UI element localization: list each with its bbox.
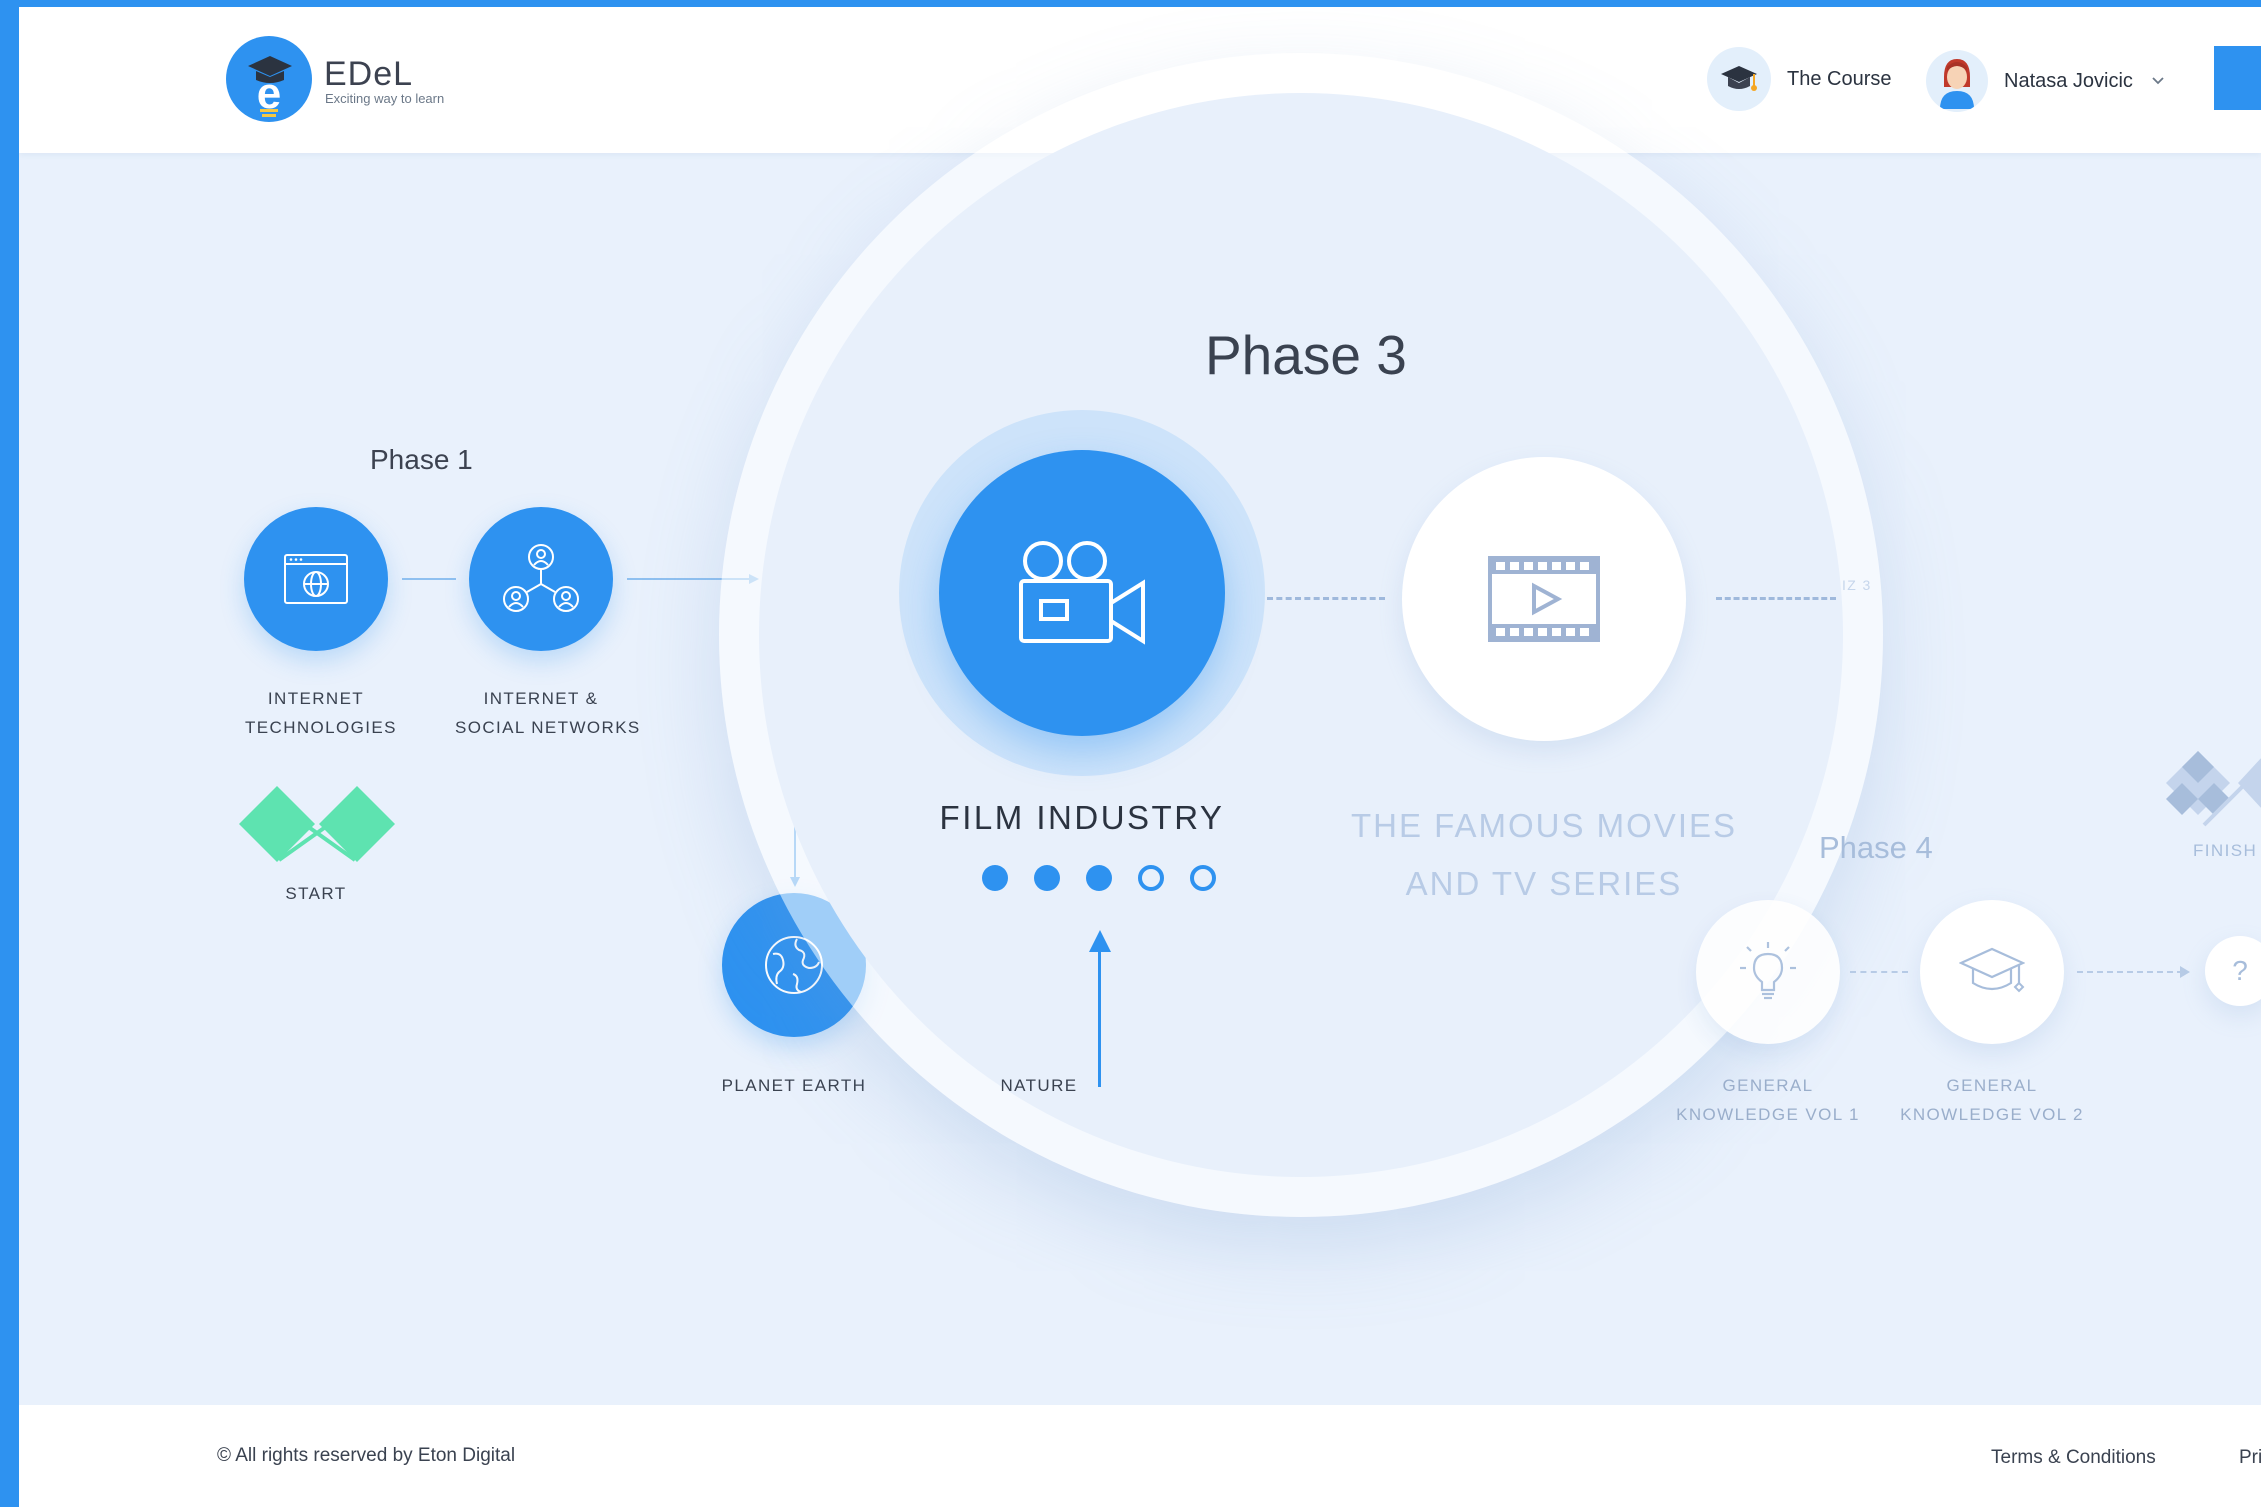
app-frame: e EDeL Exciting way to learn The Course — [19, 7, 2261, 1507]
lesson-progress-dots — [982, 865, 1216, 891]
connector-dashed — [1267, 597, 1385, 600]
nav-the-course[interactable]: The Course — [1707, 47, 1892, 111]
copyright-text: © All rights reserved by Eton Digital — [217, 1445, 516, 1466]
node-label-internet-social: INTERNET & SOCIAL NETWORKS — [455, 689, 641, 737]
pointer-line — [1098, 947, 1101, 1087]
user-name: Natasa Jovicic — [2004, 69, 2133, 92]
browser-globe-icon — [284, 554, 348, 604]
start-label: START — [285, 884, 347, 903]
node-label-famous-movies: THE FAMOUS MOVIES AND TV SERIES — [1350, 807, 1738, 902]
node-label-internet-technologies: INTERNET TECHNOLOGIES — [245, 689, 397, 737]
node-label-general-knowledge-2: GENERAL KNOWLEDGE VOL 2 — [1900, 1076, 2084, 1124]
start-flags-icon — [239, 786, 395, 862]
node-final-quiz[interactable]: ? — [2205, 936, 2261, 1006]
node-label-planet-earth: PLANET EARTH — [721, 1076, 867, 1095]
graduation-cap-outline-icon — [1959, 947, 2025, 993]
arrow-right-icon — [2180, 966, 2190, 978]
progress-dot-complete — [1086, 865, 1112, 891]
header-action-button[interactable] — [2214, 46, 2261, 110]
graduation-cap-icon — [1707, 47, 1771, 111]
question-mark-icon: ? — [2232, 955, 2248, 986]
user-menu[interactable]: Natasa Jovicic — [1926, 49, 2165, 113]
user-avatar — [1926, 50, 1988, 112]
movie-camera-icon — [1019, 541, 1145, 645]
phase-4-title: Phase 4 — [1819, 830, 1933, 865]
node-internet-social-networks[interactable] — [469, 507, 613, 651]
quiz-label-fragment: IZ 3 — [1842, 577, 1872, 593]
connector-line — [402, 578, 456, 580]
arrow-up-icon — [1089, 930, 1111, 952]
progress-dot-complete — [982, 865, 1008, 891]
chevron-down-icon[interactable] — [2151, 74, 2165, 88]
privacy-link[interactable]: Pri — [2239, 1447, 2261, 1469]
progress-dot-complete — [1034, 865, 1060, 891]
social-network-icon — [503, 544, 579, 612]
film-strip-play-icon — [1488, 556, 1600, 642]
node-label-nature: NATURE — [1000, 1076, 1078, 1095]
progress-dot-pending — [1138, 865, 1164, 891]
node-famous-movies[interactable] — [1402, 457, 1686, 741]
terms-link[interactable]: Terms & Conditions — [1991, 1447, 2156, 1469]
phase-3-title: Phase 3 — [1205, 324, 1407, 386]
node-general-knowledge-2[interactable] — [1920, 900, 2064, 1044]
course-link-label: The Course — [1787, 67, 1892, 90]
node-label-general-knowledge-1: GENERAL KNOWLEDGE VOL 1 — [1676, 1076, 1860, 1124]
node-internet-technologies[interactable] — [244, 507, 388, 651]
brand-tagline: Exciting way to learn — [325, 91, 445, 106]
connector-dashed — [1716, 597, 1836, 600]
node-film-industry[interactable] — [939, 450, 1225, 736]
lightbulb-icon — [1740, 942, 1796, 1000]
node-general-knowledge-1[interactable] — [1696, 900, 1840, 1044]
brand-name[interactable]: EDeL — [324, 55, 413, 94]
checkered-flags-icon — [2166, 751, 2261, 827]
connector-dashed — [2077, 971, 2183, 973]
progress-dot-pending — [1190, 865, 1216, 891]
footer: © All rights reserved by Eton Digital Te… — [19, 1405, 2261, 1507]
connector-dashed — [1850, 971, 1908, 973]
brand-logo-icon[interactable]: e — [226, 36, 312, 122]
phase-1-title: Phase 1 — [370, 444, 473, 475]
node-label-film-industry: FILM INDUSTRY — [939, 799, 1225, 836]
finish-label: FINISH — [2193, 841, 2258, 860]
